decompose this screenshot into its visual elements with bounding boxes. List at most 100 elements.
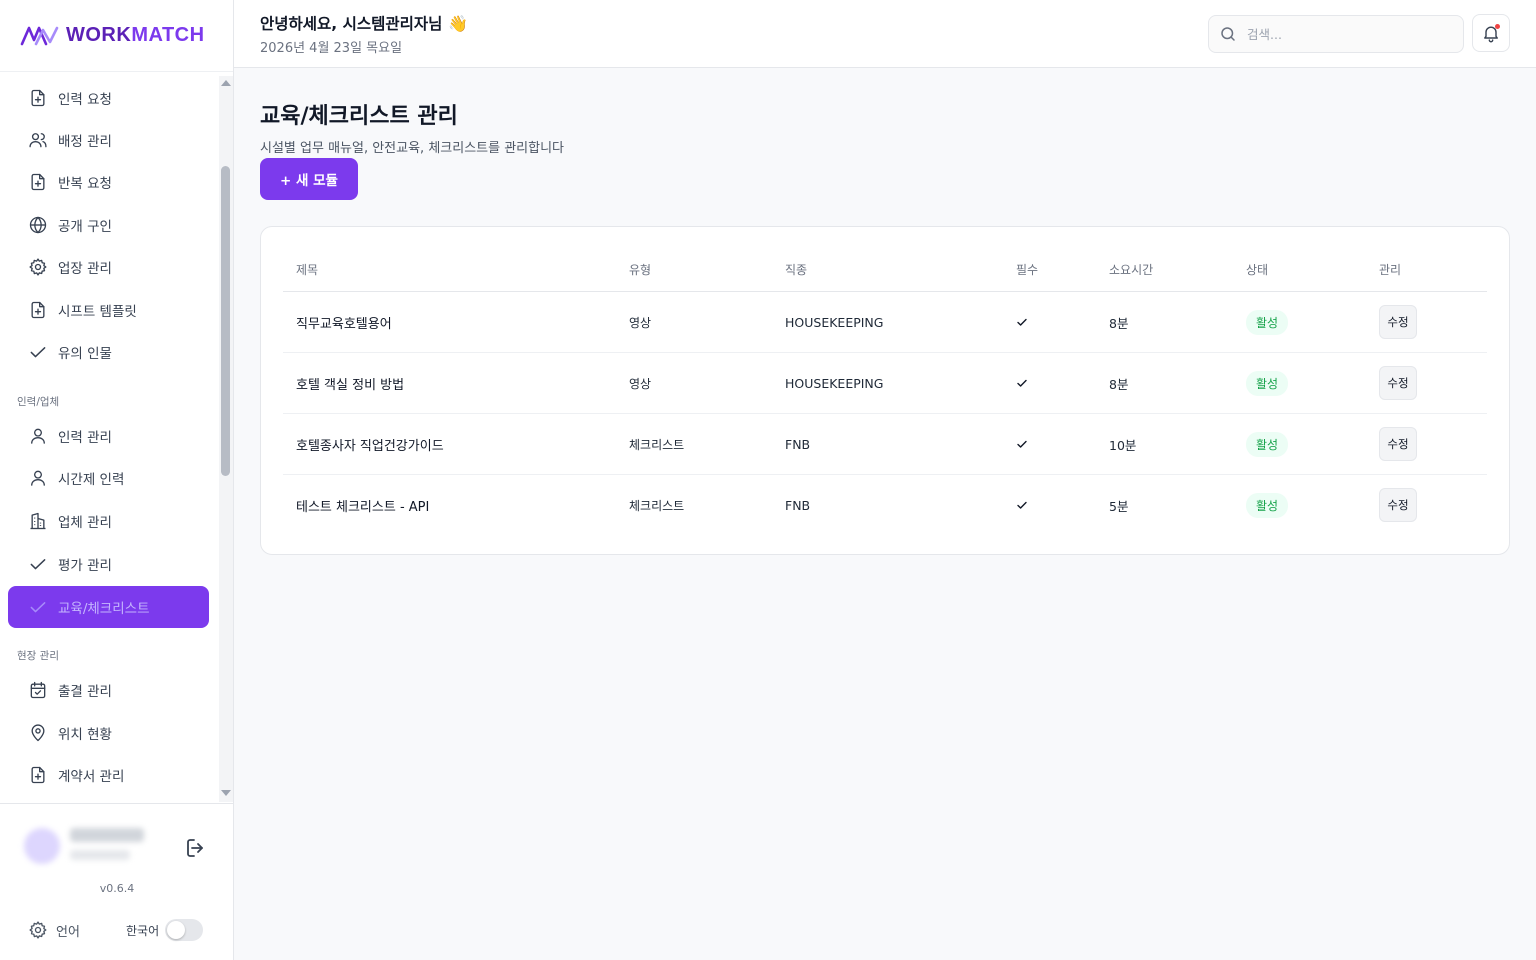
column-header-actions: 관리 (1379, 263, 1402, 277)
current-date: 2026년 4월 23일 목요일 (260, 41, 403, 56)
table-row[interactable]: 호텔종사자 직업건강가이드 체크리스트 FNB 10분 활성 수정 (283, 414, 1487, 475)
sidebar-item-attendance[interactable]: 출결 관리 (8, 669, 209, 711)
edit-button[interactable]: 수정 (1379, 488, 1417, 522)
search-input[interactable] (1247, 26, 1447, 42)
table-row[interactable]: 직무교육호텔용어 영상 HOUSEKEEPING 8분 활성 수정 (283, 292, 1487, 353)
sidebar-item-contract-management[interactable]: 계약서 관리 (8, 754, 209, 796)
sidebar-item-label: 시프트 템플릿 (58, 304, 137, 320)
logo-text: WORKMATCH (66, 24, 205, 46)
sidebar-item-label: 계약서 관리 (58, 769, 125, 785)
cell-actions: 수정 (1379, 414, 1417, 474)
check-icon (1017, 440, 1027, 448)
sidebar-item-label: 시간제 인력 (58, 472, 125, 488)
sidebar-item-training-checklist[interactable]: 교육/체크리스트 (8, 586, 209, 628)
search-icon (1221, 27, 1235, 41)
sidebar-item-recurring-request[interactable]: 반복 요청 (8, 161, 209, 203)
sidebar-item-public-hiring[interactable]: 공개 구인 (8, 204, 209, 246)
table-row[interactable]: 테스트 체크리스트 - API 체크리스트 FNB 5분 활성 수정 (283, 475, 1487, 536)
language-value: 한국어 (126, 923, 160, 938)
user-icon (31, 428, 45, 444)
cell-type: 영상 (629, 315, 652, 330)
sidebar: WORKMATCH 인력 요청 배정 관리 반복 요청 공개 구인 업장 관리 … (0, 0, 234, 960)
notification-dot (1495, 24, 1500, 29)
language-toggle[interactable] (165, 919, 203, 941)
edit-button[interactable]: 수정 (1379, 305, 1417, 339)
sidebar-item-site-management[interactable]: 업장 관리 (8, 246, 209, 288)
cell-status: 활성 (1246, 292, 1289, 352)
cell-actions: 수정 (1379, 292, 1417, 352)
sidebar-item-label: 인력 관리 (58, 430, 112, 446)
sidebar-item-vendor-management[interactable]: 업체 관리 (8, 500, 209, 542)
page-title: 교육/체크리스트 관리 (260, 104, 458, 129)
cell-actions: 수정 (1379, 353, 1417, 413)
sidebar-item-label: 평가 관리 (58, 558, 112, 574)
top-header: 안녕하세요, 시스템관리자님 👋 2026년 4월 23일 목요일 (234, 0, 1536, 68)
logo[interactable]: WORKMATCH (0, 0, 233, 72)
check-icon (30, 347, 46, 358)
building-icon (30, 512, 46, 530)
language-label: 언어 (56, 924, 80, 940)
column-header-type: 유형 (629, 263, 652, 277)
sidebar-item-location-status[interactable]: 위치 현황 (8, 712, 209, 754)
cell-job: FNB (785, 436, 811, 452)
file-plus-icon (31, 766, 45, 784)
cell-status: 활성 (1246, 414, 1289, 474)
cell-job: HOUSEKEEPING (785, 314, 884, 330)
sidebar-item-part-time-staff[interactable]: 시간제 인력 (8, 457, 209, 499)
sidebar-item-label: 교육/체크리스트 (58, 601, 150, 617)
scrollbar-thumb[interactable] (221, 166, 230, 476)
cell-duration: 8분 (1109, 376, 1129, 392)
avatar (24, 828, 60, 864)
cell-title: 테스트 체크리스트 - API (296, 499, 430, 515)
sidebar-item-staff-management[interactable]: 인력 관리 (8, 415, 209, 457)
sidebar-item-label: 반복 요청 (58, 176, 112, 192)
gear-icon (29, 258, 47, 276)
greeting: 안녕하세요, 시스템관리자님 👋 (260, 12, 468, 34)
cell-required (1016, 353, 1028, 413)
sidebar-item-staff-request[interactable]: 인력 요청 (8, 77, 209, 119)
sidebar-item-label: 유의 인물 (58, 346, 112, 362)
cell-title: 호텔 객실 정비 방법 (296, 377, 405, 393)
file-plus-icon (31, 301, 45, 319)
map-pin-icon (31, 724, 45, 742)
edit-button[interactable]: 수정 (1379, 366, 1417, 400)
column-header-required: 필수 (1016, 263, 1039, 277)
cell-status: 활성 (1246, 475, 1289, 535)
nav-section-field: 현장 관리 (17, 650, 59, 662)
cell-required (1016, 475, 1028, 535)
sidebar-item-shift-template[interactable]: 시프트 템플릿 (8, 289, 209, 331)
sidebar-item-label: 업체 관리 (58, 515, 112, 531)
modules-table-card: 제목 유형 직종 필수 소요시간 상태 관리 직무교육호텔용어 영상 HOUSE… (260, 226, 1510, 555)
check-icon (1017, 379, 1027, 387)
sidebar-item-label: 위치 현황 (58, 727, 112, 743)
sidebar-item-label: 인력 요청 (58, 92, 112, 108)
sidebar-item-watchlist[interactable]: 유의 인물 (8, 331, 209, 373)
sidebar-item-label: 배정 관리 (58, 134, 112, 150)
logo-icon (20, 26, 59, 45)
cell-required (1016, 414, 1028, 474)
status-badge: 활성 (1246, 431, 1289, 457)
check-icon (1017, 318, 1027, 326)
sidebar-scrollbar[interactable] (219, 76, 233, 802)
column-header-status: 상태 (1246, 263, 1269, 277)
status-badge: 활성 (1246, 492, 1289, 518)
notification-button[interactable] (1472, 14, 1510, 52)
new-module-button[interactable]: + 새 모듈 (260, 158, 358, 200)
scroll-up-arrow-icon[interactable] (221, 80, 231, 86)
cell-duration: 8분 (1109, 315, 1129, 331)
cell-duration: 10분 (1109, 437, 1137, 453)
table-row[interactable]: 호텔 객실 정비 방법 영상 HOUSEKEEPING 8분 활성 수정 (283, 353, 1487, 414)
scroll-down-arrow-icon[interactable] (221, 790, 231, 796)
cell-job: HOUSEKEEPING (785, 375, 884, 391)
greeting-text: 안녕하세요, 시스템관리자님 (260, 15, 443, 33)
sidebar-item-assignment[interactable]: 배정 관리 (8, 119, 209, 161)
sidebar-item-label: 업장 관리 (58, 261, 112, 277)
cell-title: 직무교육호텔용어 (296, 316, 392, 332)
logout-icon[interactable] (184, 836, 208, 860)
search-box[interactable] (1208, 15, 1464, 53)
language-setting: 언어 한국어 (28, 918, 208, 942)
file-plus-icon (31, 173, 45, 191)
cell-type: 체크리스트 (629, 498, 685, 513)
edit-button[interactable]: 수정 (1379, 427, 1417, 461)
sidebar-item-evaluation[interactable]: 평가 관리 (8, 543, 209, 585)
